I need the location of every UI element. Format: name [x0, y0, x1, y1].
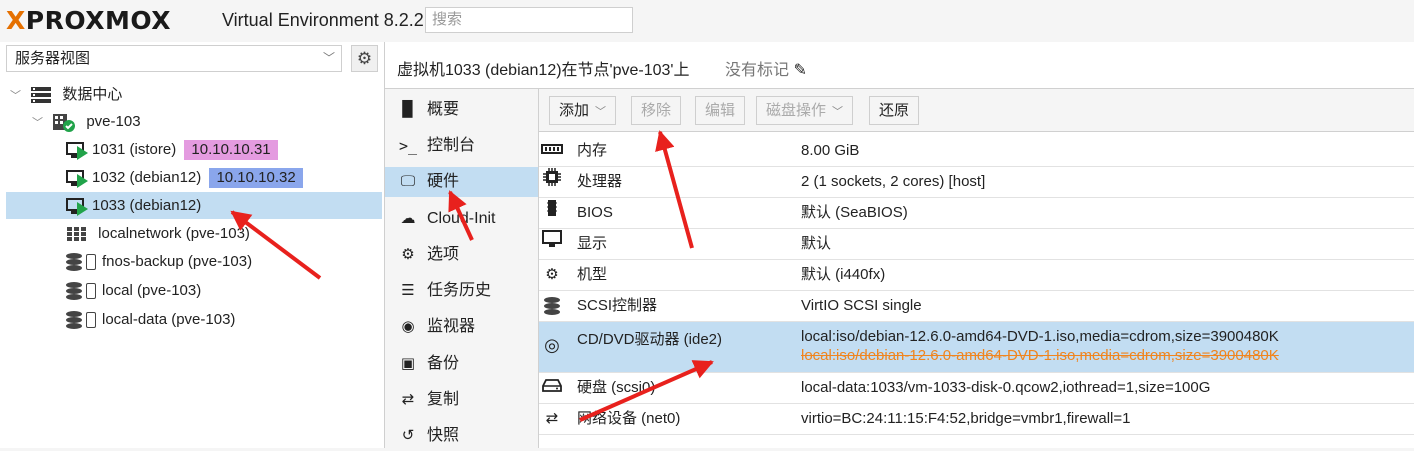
- file-icon: [86, 312, 96, 329]
- tags-area[interactable]: 没有标记 ✎: [725, 56, 807, 80]
- hw-row-machine[interactable]: ⚙ 机型 默认 (i440fx): [539, 260, 1414, 291]
- pending-change: local:iso/debian-12.6.0-amd64-DVD-1.iso,…: [801, 347, 1279, 364]
- menu-item-snapshots[interactable]: ↺ 快照: [385, 421, 538, 451]
- vm-menu: ▉ 概要 >_ 控制台 🖵 硬件 ☁ Cloud-Init ⚙ 选项 ☰ 任务历史 ◉ 监视器…: [385, 89, 539, 448]
- menu-item-task-history[interactable]: ☰ 任务历史: [385, 276, 538, 306]
- menu-item-backup[interactable]: ▣ 备份: [385, 349, 538, 379]
- hardware-toolbar: 添加 ﹀ 移除 编辑 磁盘操作 ﹀ 还原: [539, 89, 1414, 132]
- hw-row-network[interactable]: ⇄ 网络设备 (net0) virtio=BC:24:11:15:F4:52,br…: [539, 404, 1414, 435]
- chevron-down-icon: ﹀: [832, 106, 844, 118]
- menu-item-options[interactable]: ⚙ 选项: [385, 240, 538, 270]
- vm-running-icon: [66, 197, 88, 217]
- gear-icon: ⚙: [356, 49, 373, 68]
- server-rack-icon: [31, 87, 52, 104]
- add-button[interactable]: 添加 ﹀: [549, 96, 617, 125]
- eye-icon: ◉: [401, 318, 415, 335]
- node-online-icon: [53, 114, 76, 133]
- menu-item-monitor[interactable]: ◉ 监视器: [385, 312, 538, 342]
- floppy-icon: ▣: [400, 355, 416, 372]
- view-select[interactable]: 服务器视图 ﹀: [6, 45, 342, 72]
- tree-node-vm-1031[interactable]: 1031 (istore) 10.10.10.31: [66, 136, 278, 163]
- hw-row-scsi-controller[interactable]: SCSI控制器 VirtIO SCSI single: [539, 291, 1414, 322]
- cdrom-icon: ◎: [544, 335, 560, 355]
- search-input[interactable]: 搜索: [425, 7, 633, 33]
- bios-icon: [541, 198, 563, 228]
- menu-item-cloud-init[interactable]: ☁ Cloud-Init: [385, 204, 538, 234]
- database-icon: [66, 281, 82, 301]
- database-icon: [66, 252, 82, 272]
- gear-icon: ⚙: [401, 246, 415, 263]
- memory-icon: [541, 136, 563, 166]
- menu-item-replication[interactable]: ⇄ 复制: [385, 385, 538, 415]
- menu-item-console[interactable]: >_ 控制台: [385, 131, 538, 161]
- database-icon: [541, 291, 563, 321]
- network-grid-icon: [67, 227, 86, 242]
- tree-node-localnetwork[interactable]: localnetwork (pve-103): [66, 220, 250, 247]
- hw-row-memory[interactable]: 内存 8.00 GiB: [539, 136, 1414, 167]
- vm-running-icon: [66, 141, 88, 161]
- hardware-panel: 添加 ﹀ 移除 编辑 磁盘操作 ﹀ 还原 内存 8.00 GiB 处理器 2 (1 so…: [539, 89, 1414, 448]
- tree-node-datacenter[interactable]: ﹀ 数据中心: [10, 81, 122, 108]
- hw-row-cdrom[interactable]: ◎ CD/DVD驱动器 (ide2) local:iso/debian-12.6…: [539, 322, 1414, 373]
- vm-running-icon: [66, 169, 88, 189]
- database-icon: [66, 310, 82, 330]
- chevron-down-icon: ﹀: [322, 51, 335, 65]
- revert-button[interactable]: 还原: [869, 96, 920, 125]
- hw-row-processor[interactable]: 处理器 2 (1 sockets, 2 cores) [host]: [539, 167, 1414, 198]
- page-title: 虚拟机1033 (debian12)在节点'pve-103'上: [397, 62, 690, 79]
- collapse-icon[interactable]: ﹀: [32, 110, 48, 137]
- disk-action-button[interactable]: 磁盘操作 ﹀: [756, 96, 854, 125]
- exchange-icon: ⇄: [545, 410, 559, 427]
- retweet-icon: ⇄: [401, 391, 415, 408]
- remove-button[interactable]: 移除: [631, 96, 682, 125]
- tree-node-vm-1033[interactable]: 1033 (debian12): [6, 192, 382, 219]
- content-header: 虚拟机1033 (debian12)在节点'pve-103'上 没有标记 ✎: [385, 42, 1414, 89]
- history-icon: ↺: [401, 427, 415, 444]
- tree-node-fnos-backup[interactable]: fnos-backup (pve-103): [66, 248, 252, 275]
- book-icon: ▉: [402, 101, 414, 118]
- hw-row-display[interactable]: 显示 默认: [539, 229, 1414, 260]
- hdd-icon: [541, 373, 563, 403]
- list-icon: ☰: [401, 282, 415, 299]
- gear-button[interactable]: ⚙: [351, 45, 378, 72]
- terminal-icon: >_: [398, 137, 418, 155]
- app-title: Virtual Environment 8.2.2: [222, 10, 424, 30]
- ip-tag: 10.10.10.32: [209, 168, 303, 188]
- chevron-down-icon: ﹀: [595, 106, 607, 118]
- proxmox-logo[interactable]: XPROXMOX: [6, 6, 171, 35]
- tree-node-local-data[interactable]: local-data (pve-103): [66, 306, 235, 333]
- top-bar: XPROXMOX Virtual Environment 8.2.2 搜索: [0, 0, 1414, 42]
- menu-item-hardware[interactable]: 🖵 硬件: [385, 167, 538, 197]
- cloud-icon: ☁: [400, 210, 416, 227]
- pencil-icon[interactable]: ✎: [793, 62, 806, 79]
- ip-tag: 10.10.10.31: [184, 140, 278, 160]
- cpu-icon: [541, 167, 563, 197]
- tree-node-vm-1032[interactable]: 1032 (debian12) 10.10.10.32: [66, 164, 303, 191]
- display-icon: [541, 229, 563, 259]
- resource-tree-panel: 服务器视图 ﹀ ⚙ ﹀ 数据中心 ﹀ pve-103 1031 (istore) …: [0, 42, 385, 448]
- hw-row-hard-disk[interactable]: 硬盘 (scsi0) local-data:1033/vm-1033-disk-0…: [539, 373, 1414, 404]
- machine-icon: ⚙: [545, 266, 559, 283]
- file-icon: [86, 283, 96, 300]
- tree-node-local[interactable]: local (pve-103): [66, 277, 201, 304]
- file-icon: [86, 254, 96, 271]
- menu-item-summary[interactable]: ▉ 概要: [385, 95, 538, 125]
- tree-node-pve-103[interactable]: ﹀ pve-103: [32, 108, 141, 135]
- hw-row-bios[interactable]: BIOS 默认 (SeaBIOS): [539, 198, 1414, 229]
- collapse-icon[interactable]: ﹀: [10, 83, 26, 110]
- edit-button[interactable]: 编辑: [695, 96, 746, 125]
- desktop-icon: 🖵: [400, 173, 416, 190]
